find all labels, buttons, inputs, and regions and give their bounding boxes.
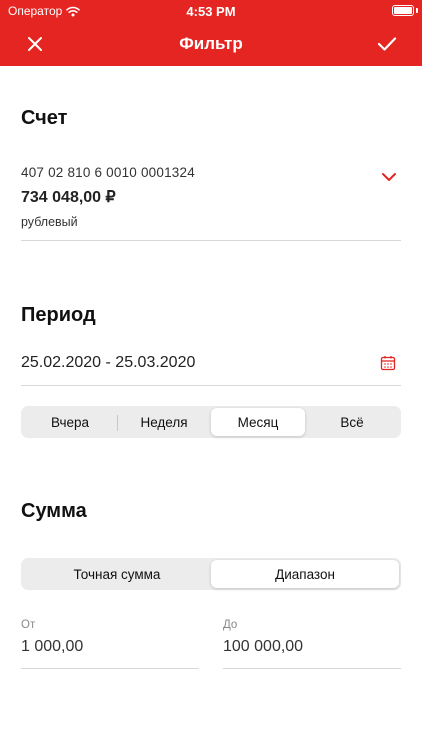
- amount-from-field[interactable]: От 1 000,00: [21, 612, 199, 669]
- chevron-down-icon: [382, 173, 396, 181]
- amount-segment-exact[interactable]: Точная сумма: [23, 560, 211, 588]
- header: Оператор 4:53 PM Фильтр: [0, 0, 422, 66]
- period-segment-all[interactable]: Всё: [305, 408, 399, 436]
- nav-bar: Фильтр: [0, 22, 422, 66]
- amount-segment-range[interactable]: Диапазон: [211, 560, 399, 588]
- status-bar: Оператор 4:53 PM: [0, 0, 422, 22]
- period-segment-week[interactable]: Неделя: [117, 408, 211, 436]
- battery-icon: [392, 5, 414, 16]
- amount-from-value: 1 000,00: [21, 638, 84, 655]
- account-section-title: Счет: [21, 107, 68, 129]
- period-segment-yesterday[interactable]: Вчера: [23, 408, 117, 436]
- period-section-title: Период: [21, 304, 96, 326]
- account-balance: 734 048,00 ₽: [21, 189, 116, 206]
- account-number: 407 02 810 6 0010 0001324: [21, 165, 195, 180]
- period-segmented-control: Вчера Неделя Месяц Всё: [21, 406, 401, 438]
- status-time: 4:53 PM: [186, 4, 236, 19]
- account-selector[interactable]: 407 02 810 6 0010 0001324 734 048,00 ₽ р…: [21, 158, 401, 241]
- battery-tip: [416, 8, 418, 13]
- segment-divider: [117, 415, 118, 431]
- apply-button[interactable]: [374, 31, 400, 57]
- period-segment-week-label: Неделя: [140, 414, 188, 430]
- amount-to-value: 100 000,00: [223, 638, 304, 655]
- page-title: Фильтр: [179, 34, 243, 53]
- amount-segmented-control: Точная сумма Диапазон: [21, 558, 401, 590]
- period-date-range: 25.02.2020 - 25.03.2020: [21, 354, 196, 371]
- amount-from-label: От: [21, 619, 36, 631]
- amount-section-title: Сумма: [21, 500, 87, 522]
- amount-to-field[interactable]: До 100 000,00: [223, 612, 401, 669]
- checkmark-icon: [377, 37, 397, 51]
- account-currency: рублевый: [21, 215, 78, 229]
- period-date-field[interactable]: 25.02.2020 - 25.03.2020: [21, 344, 401, 386]
- amount-to-label: До: [223, 619, 238, 631]
- period-segment-month[interactable]: Месяц: [211, 408, 305, 436]
- calendar-icon: [380, 356, 396, 371]
